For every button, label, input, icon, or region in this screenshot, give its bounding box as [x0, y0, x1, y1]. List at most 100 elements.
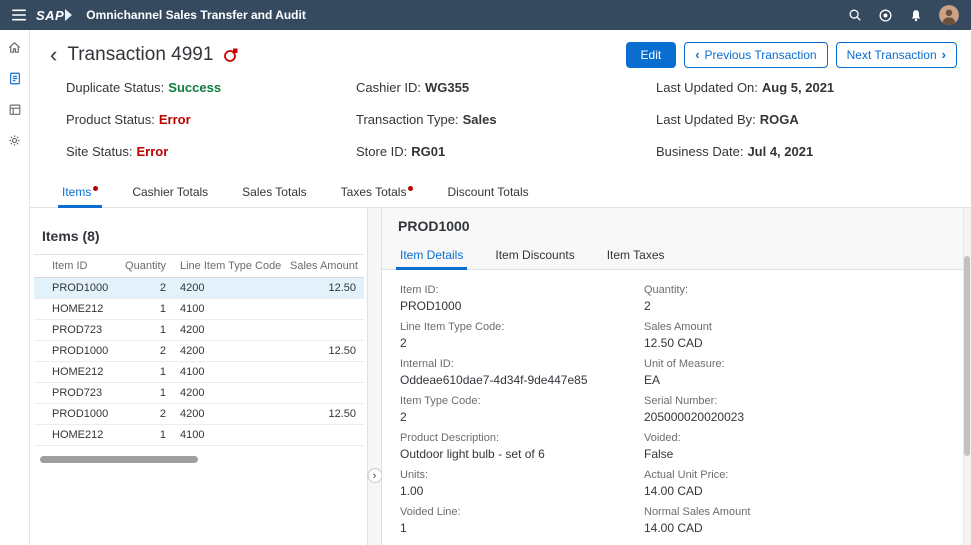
sap-logo[interactable]: SAP	[36, 8, 72, 23]
items-table-row[interactable]: PROD723 1 4200	[34, 383, 364, 404]
field-value: 2	[400, 410, 644, 424]
tab[interactable]: Discount Totals	[443, 179, 532, 207]
worklist-icon[interactable]	[8, 102, 22, 117]
detail-field: Voided Line: 1	[400, 506, 644, 543]
tab-label: Item Discounts	[495, 248, 574, 262]
items-panel-title: Items (8)	[30, 228, 367, 254]
shell-actions	[848, 5, 959, 25]
summary-value: Jul 4, 2021	[747, 144, 813, 159]
record-status-icon	[223, 47, 239, 63]
notifications-icon[interactable]	[909, 8, 923, 23]
search-icon[interactable]	[848, 8, 862, 22]
cell-line-item-type-code: 4200	[172, 383, 284, 404]
column-header-quantity[interactable]: Quantity	[118, 255, 172, 278]
panel-splitter[interactable]: ›	[368, 208, 382, 545]
tab-label: Discount Totals	[447, 185, 528, 199]
summary-field: Cashier ID:WG355	[356, 80, 656, 95]
cell-item-id: PROD1000	[34, 404, 118, 425]
summary-field: Store ID:RG01	[356, 144, 656, 159]
summary-field: Site Status:Error	[66, 144, 356, 159]
horizontal-scrollbar[interactable]	[38, 456, 359, 463]
field-value: 14.00 CAD	[644, 484, 943, 498]
items-table-row[interactable]: HOME212 1 4100	[34, 299, 364, 320]
detail-field: Sales Amount 12.50 CAD	[644, 321, 943, 358]
field-label: Line Item Type Code:	[400, 321, 644, 333]
vertical-scrollbar-thumb[interactable]	[964, 256, 970, 456]
field-label: Actual Unit Price:	[644, 469, 943, 481]
items-table-row[interactable]: PROD1000 2 4200 12.50	[34, 404, 364, 425]
edit-button[interactable]: Edit	[626, 42, 677, 68]
items-table-header-row: Item ID Quantity Line Item Type Code Sal…	[34, 255, 364, 278]
detail-tab[interactable]: Item Details	[396, 243, 467, 269]
field-label: Internal ID:	[400, 358, 644, 370]
tab-label: Item Taxes	[607, 248, 665, 262]
settings-icon[interactable]	[7, 133, 22, 148]
summary-column-statuses: Duplicate Status:Success Product Status:…	[66, 80, 356, 159]
home-icon[interactable]	[7, 40, 22, 55]
summary-label: Site Status:	[66, 144, 132, 159]
previous-transaction-button[interactable]: ‹ Previous Transaction	[684, 42, 827, 68]
side-rail	[0, 30, 30, 545]
avatar[interactable]	[939, 5, 959, 25]
vertical-scrollbar[interactable]	[963, 208, 971, 545]
detail-tab[interactable]: Item Discounts	[491, 243, 578, 269]
cell-line-item-type-code: 4100	[172, 425, 284, 446]
page-title: Transaction 4991	[67, 44, 213, 66]
summary-field: Last Updated By:ROGA	[656, 112, 955, 127]
detail-fields-left: Item ID: PROD1000 Line Item Type Code: 2…	[400, 284, 644, 545]
column-header-line-item-type-code[interactable]: Line Item Type Code	[172, 255, 284, 278]
detail-field: Units: 1.00	[400, 469, 644, 506]
detail-field: Internal ID: Oddeae610dae7-4d34f-9de447e…	[400, 358, 644, 395]
page-content: ‹ Transaction 4991 Edit ‹ Previous Trans…	[30, 30, 971, 545]
cell-quantity: 1	[118, 425, 172, 446]
tab[interactable]: Cashier Totals	[128, 179, 212, 207]
field-value: 2	[400, 336, 644, 350]
copilot-icon[interactable]	[878, 8, 893, 23]
summary-value: Error	[159, 112, 191, 127]
next-transaction-button[interactable]: Next Transaction ›	[836, 42, 957, 68]
summary-column-transaction: Cashier ID:WG355 Transaction Type:Sales …	[356, 80, 656, 159]
horizontal-scrollbar-thumb[interactable]	[40, 456, 198, 463]
field-value: 14.00 CAD	[644, 521, 943, 535]
splitter-expand-icon[interactable]: ›	[367, 468, 382, 483]
detail-tab[interactable]: Item Taxes	[603, 243, 669, 269]
detail-field: Unit of Measure: EA	[644, 358, 943, 395]
detail-header: PROD1000 Item Details Item Discounts Ite…	[382, 208, 971, 270]
cell-line-item-type-code: 4100	[172, 299, 284, 320]
detail-field: Normal Sales Amount 14.00 CAD	[644, 506, 943, 543]
summary-value: Success	[168, 80, 221, 95]
summary-column-dates: Last Updated On:Aug 5, 2021 Last Updated…	[656, 80, 955, 159]
cell-line-item-type-code: 4200	[172, 278, 284, 299]
items-table-row[interactable]: PROD723 1 4200	[34, 320, 364, 341]
field-label: Units:	[400, 469, 644, 481]
field-value: Outdoor light bulb - set of 6	[400, 447, 644, 461]
menu-icon[interactable]	[12, 9, 26, 21]
items-table-row[interactable]: PROD1000 2 4200 12.50	[34, 341, 364, 362]
tab-label: Items	[62, 185, 91, 199]
tab[interactable]: Sales Totals	[238, 179, 310, 207]
items-table-row[interactable]: HOME212 1 4100	[34, 362, 364, 383]
column-header-sales-amount[interactable]: Sales Amount	[284, 255, 364, 278]
column-header-item-id[interactable]: Item ID	[34, 255, 118, 278]
field-label: Unit of Measure:	[644, 358, 943, 370]
detail-tabbar: Item Details Item Discounts Item Taxes	[382, 243, 971, 270]
summary-label: Store ID:	[356, 144, 407, 159]
items-table-row[interactable]: HOME212 1 4100	[34, 425, 364, 446]
chevron-left-icon: ‹	[695, 48, 699, 62]
field-label: Normal Sales Amount	[644, 506, 943, 518]
cell-item-id: PROD1000	[34, 278, 118, 299]
detail-field: Line Item Type Code: 2	[400, 321, 644, 358]
tab-label: Item Details	[400, 248, 463, 262]
items-table: Item ID Quantity Line Item Type Code Sal…	[34, 254, 364, 446]
tab-badge-dot	[93, 186, 98, 191]
summary-label: Business Date:	[656, 144, 743, 159]
tab[interactable]: Items	[58, 179, 102, 207]
detail-field: Serial Number: 205000020020023	[644, 395, 943, 432]
transactions-icon[interactable]	[8, 71, 22, 86]
summary-label: Product Status:	[66, 112, 155, 127]
cell-item-id: PROD1000	[34, 341, 118, 362]
tab[interactable]: Taxes Totals	[337, 179, 418, 207]
items-table-row[interactable]: PROD1000 2 4200 12.50	[34, 278, 364, 299]
back-icon[interactable]: ‹	[48, 46, 59, 64]
detail-field: Voided: False	[644, 432, 943, 469]
